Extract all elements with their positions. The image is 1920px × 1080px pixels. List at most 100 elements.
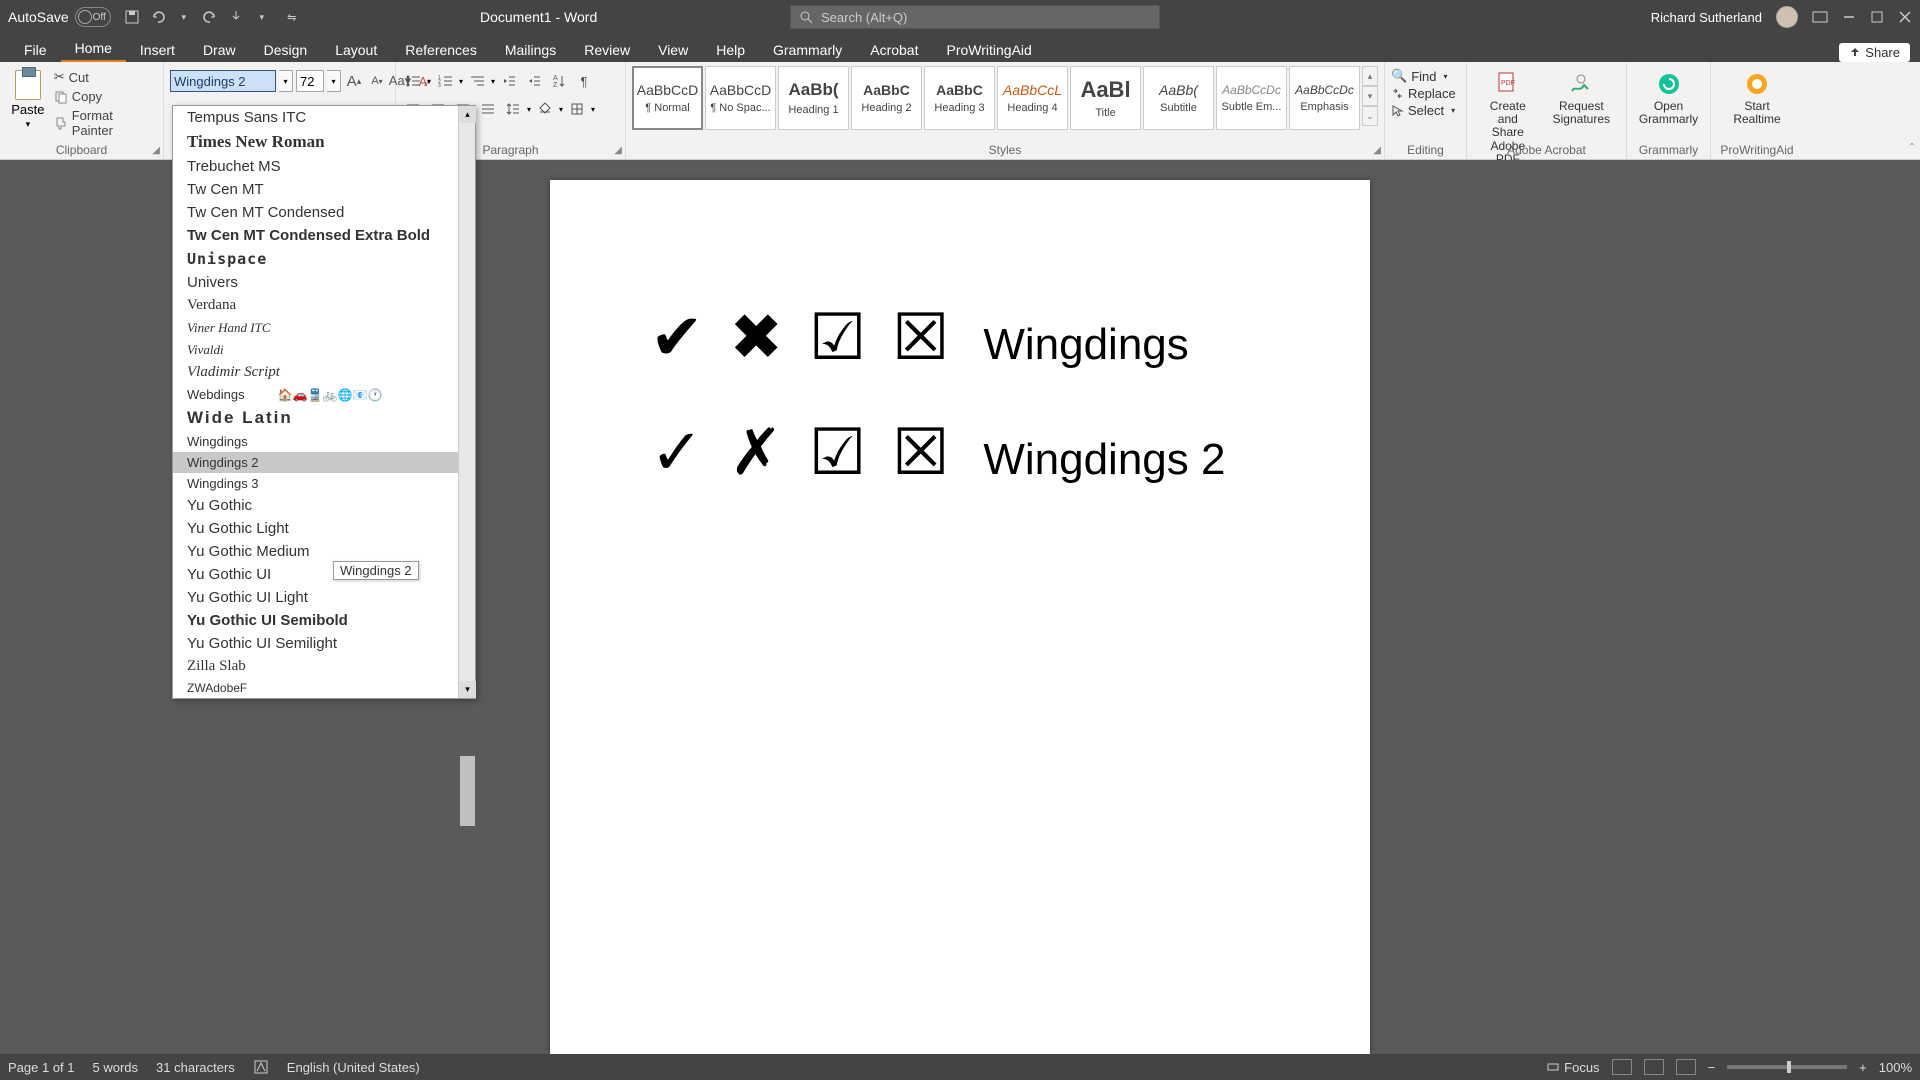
undo-dropdown-icon[interactable]: ▾ (175, 8, 193, 26)
justify-icon[interactable] (477, 98, 499, 120)
tab-insert[interactable]: Insert (126, 38, 189, 62)
font-dropdown-scrollbar[interactable]: ▴ ▾ (458, 106, 475, 698)
font-option[interactable]: Verdana (173, 294, 475, 317)
font-option[interactable]: Tw Cen MT (173, 178, 475, 201)
save-icon[interactable] (123, 8, 141, 26)
qat-overflow-icon[interactable]: ⇋ (283, 8, 301, 26)
tab-prowritingaid[interactable]: ProWritingAid (932, 38, 1045, 62)
numbering-icon[interactable]: 123 (434, 70, 456, 92)
font-dropdown[interactable]: Tempus Sans ITCTimes New RomanTrebuchet … (172, 105, 476, 699)
request-signatures-button[interactable]: Request Signatures (1543, 66, 1620, 126)
font-option[interactable]: Yu Gothic UI Semilight (173, 632, 475, 655)
bullets-icon[interactable] (402, 70, 424, 92)
font-option[interactable]: Tw Cen MT Condensed (173, 201, 475, 224)
font-option[interactable]: Yu Gothic Medium (173, 540, 475, 563)
clipboard-launcher-icon[interactable]: ◢ (152, 145, 160, 156)
font-option[interactable]: Wingdings 3 (173, 473, 475, 494)
font-option[interactable]: Webdings 🏠🚗🚆🚲🌐📧🕐 (173, 384, 475, 405)
shrink-font-icon[interactable]: A▾ (367, 70, 387, 92)
font-option[interactable]: Times New Roman (173, 129, 475, 155)
select-button[interactable]: Select▾ (1391, 103, 1456, 118)
search-box[interactable]: Search (Alt+Q) (790, 5, 1160, 29)
style-heading4[interactable]: AaBbCcLHeading 4 (997, 66, 1068, 130)
scroll-down-icon[interactable]: ▾ (459, 681, 476, 698)
read-mode-icon[interactable] (1612, 1059, 1632, 1075)
user-name[interactable]: Richard Sutherland (1651, 10, 1762, 25)
status-language[interactable]: English (United States) (287, 1060, 420, 1075)
print-layout-icon[interactable] (1644, 1059, 1664, 1075)
style-normal[interactable]: AaBbCcD¶ Normal (632, 66, 703, 130)
styles-launcher-icon[interactable]: ◢ (1373, 145, 1381, 156)
replace-button[interactable]: Replace (1391, 86, 1456, 101)
font-option[interactable]: Yu Gothic Light (173, 517, 475, 540)
font-option[interactable]: Zilla Slab (173, 655, 475, 678)
open-grammarly-button[interactable]: Open Grammarly (1629, 66, 1708, 126)
tab-acrobat[interactable]: Acrobat (856, 38, 932, 62)
scroll-thumb[interactable] (460, 756, 475, 826)
tab-references[interactable]: References (391, 38, 491, 62)
paragraph-launcher-icon[interactable]: ◢ (614, 145, 622, 156)
shading-icon[interactable] (534, 98, 556, 120)
web-layout-icon[interactable] (1676, 1059, 1696, 1075)
autosave-toggle[interactable]: AutoSave Off (8, 7, 111, 27)
borders-icon[interactable] (566, 98, 588, 120)
paste-button[interactable]: Paste ▾ (6, 66, 50, 130)
format-painter-button[interactable]: Format Painter (54, 107, 157, 139)
font-option[interactable]: Vivaldi (173, 339, 475, 361)
proofing-icon[interactable] (253, 1059, 269, 1075)
user-avatar[interactable] (1776, 6, 1798, 28)
font-name-dropdown-icon[interactable]: ▾ (279, 70, 293, 92)
customize-qat-icon[interactable]: ▾ (253, 8, 271, 26)
focus-mode-button[interactable]: Focus (1546, 1060, 1599, 1075)
multilevel-list-icon[interactable] (466, 70, 488, 92)
find-button[interactable]: 🔍Find▾ (1391, 68, 1456, 84)
ribbon-display-icon[interactable] (1812, 11, 1828, 23)
tab-mailings[interactable]: Mailings (491, 38, 570, 62)
font-name-input[interactable] (170, 70, 276, 92)
tab-review[interactable]: Review (570, 38, 644, 62)
font-option[interactable]: ZWAdobeF (173, 678, 475, 698)
decrease-indent-icon[interactable] (498, 70, 520, 92)
share-button[interactable]: Share (1839, 43, 1910, 62)
copy-button[interactable]: Copy (54, 88, 157, 105)
font-option[interactable]: Yu Gothic UI Light (173, 586, 475, 609)
font-option[interactable]: Unispace (173, 247, 475, 271)
font-option[interactable]: Tw Cen MT Condensed Extra Bold (173, 224, 475, 247)
style-down-icon[interactable]: ▾ (1362, 86, 1378, 106)
font-option[interactable]: Yu Gothic (173, 494, 475, 517)
style-heading3[interactable]: AaBbCHeading 3 (924, 66, 995, 130)
font-option[interactable]: Wingdings 2 (173, 452, 475, 473)
style-subtitle[interactable]: AaBb(Subtitle (1143, 66, 1214, 130)
tab-draw[interactable]: Draw (189, 38, 250, 62)
tab-design[interactable]: Design (250, 38, 322, 62)
font-option[interactable]: Yu Gothic UI (173, 563, 475, 586)
tab-grammarly[interactable]: Grammarly (759, 38, 856, 62)
font-option[interactable]: Tempus Sans ITC (173, 106, 475, 129)
zoom-slider[interactable] (1727, 1065, 1847, 1069)
zoom-thumb[interactable] (1787, 1061, 1791, 1073)
font-size-dropdown-icon[interactable]: ▾ (327, 70, 341, 92)
collapse-ribbon-icon[interactable]: ˆ (1910, 141, 1914, 155)
style-heading1[interactable]: AaBb(Heading 1 (778, 66, 849, 130)
close-icon[interactable] (1898, 10, 1912, 24)
font-option[interactable]: Vladimir Script (173, 361, 475, 384)
status-words[interactable]: 5 words (93, 1060, 139, 1075)
paste-dropdown-icon[interactable]: ▾ (26, 119, 31, 130)
style-up-icon[interactable]: ▴ (1362, 66, 1378, 86)
tab-home[interactable]: Home (61, 36, 126, 62)
style-no-spacing[interactable]: AaBbCcD¶ No Spac... (705, 66, 776, 130)
redo-icon[interactable] (201, 8, 219, 26)
tab-view[interactable]: View (644, 38, 702, 62)
style-more-icon[interactable]: ⌄ (1362, 106, 1378, 126)
status-chars[interactable]: 31 characters (156, 1060, 235, 1075)
font-size-input[interactable] (296, 70, 324, 92)
start-realtime-button[interactable]: Start Realtime (1723, 66, 1790, 126)
zoom-out-icon[interactable]: − (1708, 1060, 1716, 1075)
style-heading2[interactable]: AaBbCHeading 2 (851, 66, 922, 130)
font-option[interactable]: Univers (173, 271, 475, 294)
undo-icon[interactable] (149, 8, 167, 26)
zoom-level[interactable]: 100% (1879, 1060, 1912, 1075)
status-page[interactable]: Page 1 of 1 (8, 1060, 75, 1075)
show-marks-icon[interactable]: ¶ (573, 70, 595, 92)
minimize-icon[interactable] (1842, 10, 1856, 24)
